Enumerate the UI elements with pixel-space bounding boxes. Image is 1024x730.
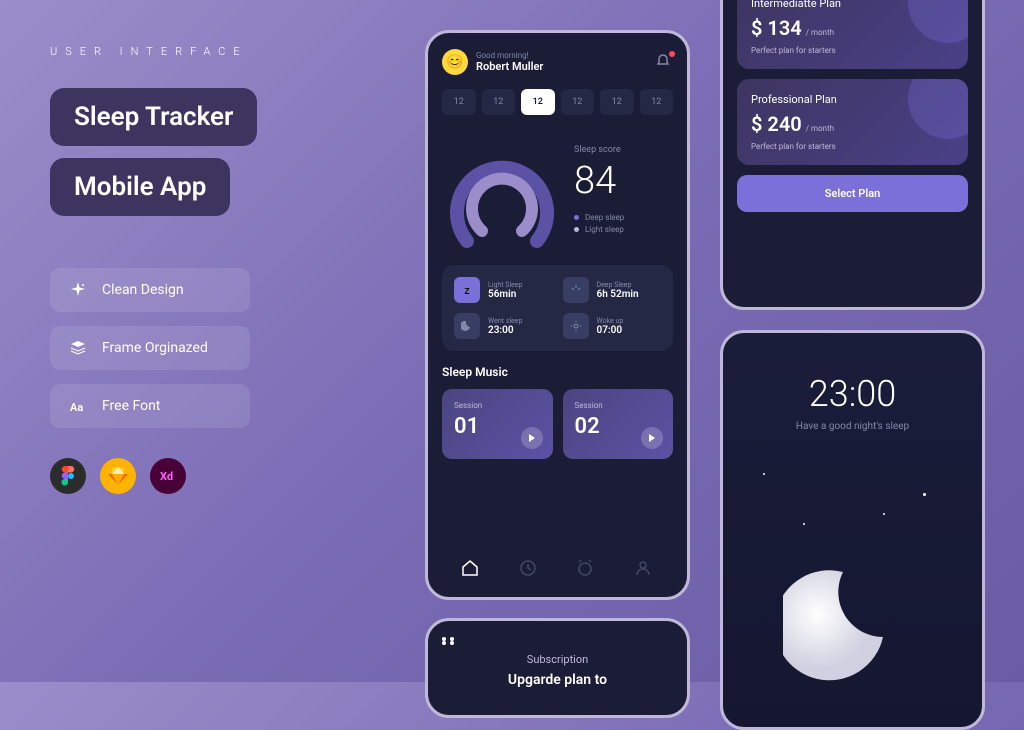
day-selector: 12 12 12 12 12 12	[442, 89, 673, 115]
notification-bell-icon[interactable]	[655, 53, 673, 71]
plan-description: Perfect plan for starters	[751, 142, 954, 151]
alarm-icon[interactable]	[576, 559, 596, 579]
sketch-icon	[100, 458, 136, 494]
plan-card-professional[interactable]: Professional Plan $ 240 / month Perfect …	[737, 79, 968, 165]
plan-price: $ 134	[751, 16, 802, 40]
deep-sleep-icon	[563, 277, 589, 303]
stat-value: 56min	[488, 289, 523, 300]
bottom-nav	[442, 551, 673, 587]
star-icon	[803, 523, 805, 525]
stat-value: 07:00	[597, 325, 624, 336]
moon-icon	[454, 313, 480, 339]
star-icon	[883, 513, 885, 515]
figma-icon	[50, 458, 86, 494]
stat-value: 6h 52min	[597, 289, 639, 300]
svg-text:Aa: Aa	[70, 401, 83, 414]
stat-value: 23:00	[488, 325, 522, 336]
stat-label: Light Sleep	[488, 281, 523, 289]
feature-label: Free Font	[102, 398, 160, 414]
night-time: 23:00	[737, 373, 968, 415]
plan-card-intermediate[interactable]: Intermediatte Plan $ 134 / month Perfect…	[737, 0, 968, 69]
plan-period: / month	[806, 124, 834, 133]
sun-icon	[563, 313, 589, 339]
day-chip[interactable]: 12	[600, 89, 634, 115]
profile-icon[interactable]	[634, 559, 654, 579]
play-icon[interactable]	[521, 427, 543, 449]
subscription-heading: Upgarde plan to	[442, 672, 673, 688]
day-chip-active[interactable]: 12	[521, 89, 555, 115]
select-plan-button[interactable]: Select Plan	[737, 175, 968, 212]
star-icon	[923, 493, 926, 496]
svg-text:Xd: Xd	[160, 470, 173, 483]
plan-price: $ 240	[751, 112, 802, 136]
music-session-card[interactable]: Session 01	[442, 389, 553, 459]
legend-light-sleep: Light sleep	[574, 225, 673, 234]
plan-description: Perfect plan for starters	[751, 46, 954, 55]
plan-period: / month	[806, 28, 834, 37]
chart-icon[interactable]	[519, 559, 539, 579]
subscription-title: Subscription	[442, 653, 673, 666]
moon-icon	[783, 557, 923, 697]
feature-free-font: Aa Free Font	[50, 384, 250, 428]
eyebrow-label: USER INTERFACE	[50, 45, 390, 58]
phone-subscription-screen: Subscription Upgarde plan to	[425, 618, 690, 718]
feature-frame-organized: Frame Orginazed	[50, 326, 250, 370]
music-session-card[interactable]: Session 02	[563, 389, 674, 459]
phone-night-screen: 23:00 Have a good night's sleep	[720, 330, 985, 730]
user-name: Robert Muller	[476, 60, 543, 73]
avatar[interactable]: 😊	[442, 49, 468, 75]
title-pill-2: Mobile App	[50, 158, 230, 216]
feature-label: Clean Design	[102, 282, 184, 298]
notification-dot	[669, 51, 675, 57]
xd-icon: Xd	[150, 458, 186, 494]
greeting-label: Good morning!	[476, 51, 543, 60]
score-label: Sleep score	[574, 145, 673, 155]
sleep-score-arc	[442, 131, 562, 251]
day-chip[interactable]: 12	[442, 89, 476, 115]
day-chip[interactable]: 12	[561, 89, 595, 115]
stat-label: Went sleep	[488, 317, 522, 325]
layers-icon	[68, 338, 88, 358]
phone-plans-screen: Recommended Intermediatte Plan $ 134 / m…	[720, 0, 985, 310]
session-label: Session	[575, 401, 662, 410]
feature-clean-design: Clean Design	[50, 268, 250, 312]
title-pill-1: Sleep Tracker	[50, 88, 257, 146]
legend-deep-sleep: Deep sleep	[574, 213, 673, 222]
night-message: Have a good night's sleep	[737, 421, 968, 432]
stat-label: Woke up	[597, 317, 624, 325]
sleep-zzz-icon: z	[454, 277, 480, 303]
sparkle-icon	[68, 280, 88, 300]
home-icon[interactable]	[461, 559, 481, 579]
sleep-stats-card: z Light Sleep 56min Deep Sleep 6h 52min	[442, 265, 673, 351]
session-label: Session	[454, 401, 541, 410]
plan-name: Professional Plan	[751, 93, 954, 106]
feature-label: Frame Orginazed	[102, 340, 208, 356]
sleep-music-title: Sleep Music	[442, 365, 673, 379]
plan-name: Intermediatte Plan	[751, 0, 954, 10]
day-chip[interactable]: 12	[640, 89, 674, 115]
font-icon: Aa	[68, 396, 88, 416]
star-icon	[763, 473, 765, 475]
phone-main-screen: 😊 Good morning! Robert Muller 12 12 12 1…	[425, 30, 690, 600]
play-icon[interactable]	[641, 427, 663, 449]
score-value: 84	[574, 159, 673, 203]
stat-label: Deep Sleep	[597, 281, 639, 289]
day-chip[interactable]: 12	[482, 89, 516, 115]
